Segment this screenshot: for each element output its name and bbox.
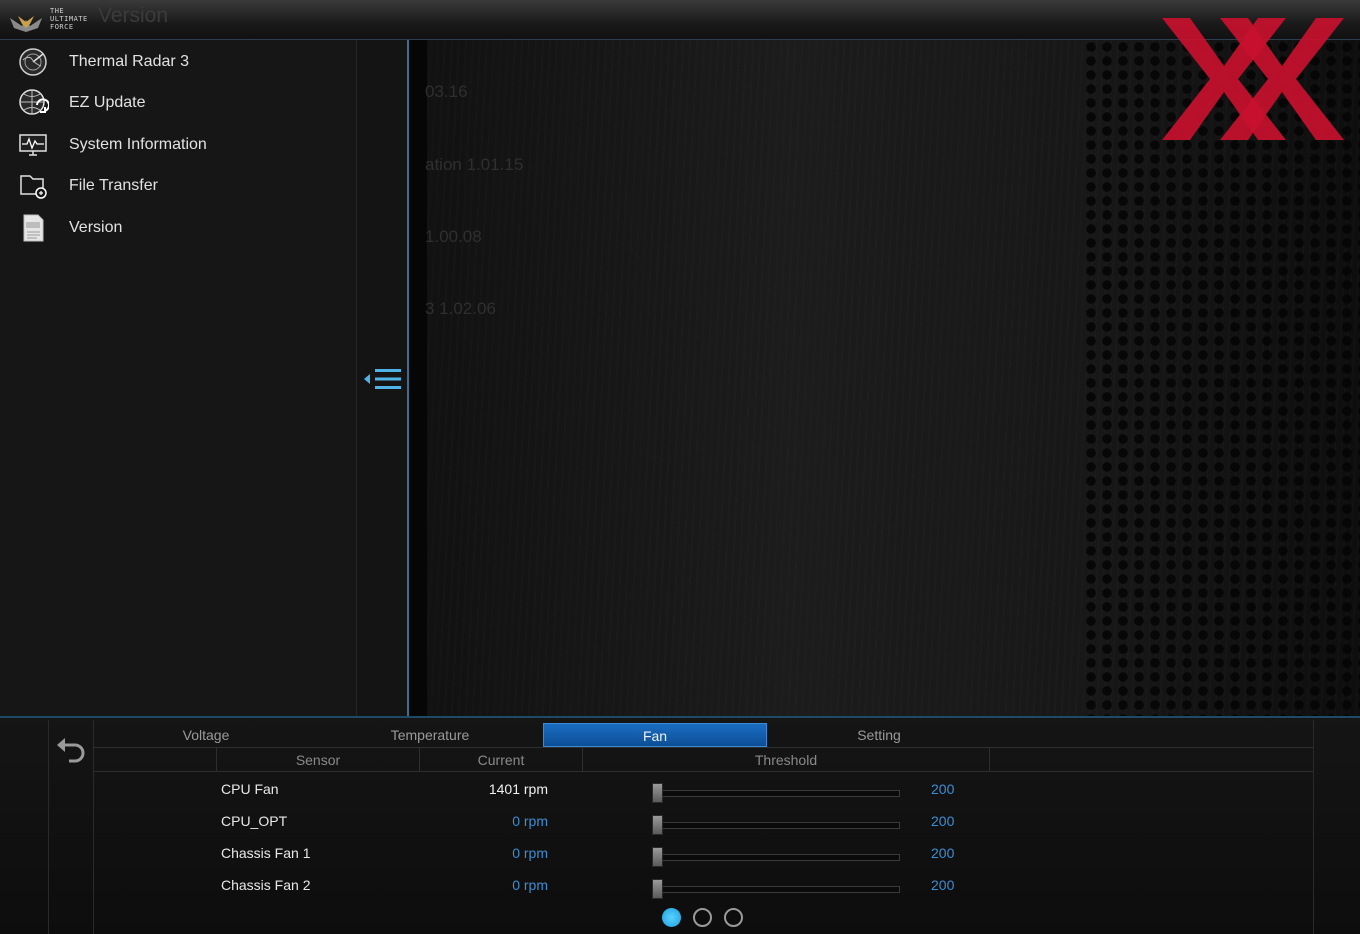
column-header-current: Current — [419, 748, 582, 772]
version-document-icon — [16, 211, 50, 245]
tab-fan[interactable]: Fan — [543, 723, 767, 747]
tab-voltage[interactable]: Voltage — [94, 723, 318, 747]
brand-line: THE — [50, 7, 65, 15]
monitor-tabs: Voltage Temperature Fan Setting — [94, 722, 1313, 748]
sidebar-item-thermal-radar[interactable]: Thermal Radar 3 — [16, 44, 336, 80]
main-panel: 03.16 ation 1.01.15 1.00.08 3 1.02.06 — [409, 40, 1360, 716]
mesh-background — [1084, 40, 1360, 716]
column-header-sensor: Sensor — [216, 748, 419, 772]
sidebar-item-system-information[interactable]: System Information — [16, 127, 336, 163]
sidebar-item-version[interactable]: Version — [16, 210, 336, 246]
page-indicator-3[interactable] — [724, 908, 743, 927]
threshold-slider[interactable] — [652, 847, 902, 869]
threshold-slider[interactable] — [652, 815, 902, 837]
slider-track — [654, 886, 900, 893]
fan-current-speed: 1401 rpm — [488, 781, 548, 797]
slider-thumb[interactable] — [652, 815, 663, 835]
page-indicator-1[interactable] — [662, 908, 681, 927]
sidebar-item-file-transfer[interactable]: File Transfer — [16, 168, 336, 204]
file-transfer-icon — [16, 169, 50, 203]
sidebar: Thermal Radar 3 EZ Update System Informa… — [0, 40, 357, 716]
fan-row: Chassis Fan 1 0 rpm 200 — [94, 837, 1313, 869]
brand-line: ULTIMATE — [50, 15, 88, 23]
version-line: 03.16 — [425, 82, 468, 101]
main-edge-shadow — [409, 40, 427, 716]
xx-watermark-logo — [1162, 18, 1344, 140]
sidebar-item-label: File Transfer — [69, 177, 158, 194]
tab-temperature[interactable]: Temperature — [318, 723, 542, 747]
slider-thumb[interactable] — [652, 783, 663, 803]
fan-row: CPU Fan 1401 rpm 200 — [94, 773, 1313, 805]
threshold-value: 200 — [931, 781, 955, 797]
version-line: 1.00.08 — [425, 227, 482, 246]
sidebar-item-label: System Information — [69, 136, 207, 153]
fan-current-speed: 0 rpm — [512, 813, 548, 829]
sidebar-item-ez-update[interactable]: EZ Update — [16, 85, 336, 121]
threshold-value: 200 — [931, 813, 955, 829]
page-indicator-2[interactable] — [693, 908, 712, 927]
fan-sensor-name: CPU Fan — [221, 781, 279, 797]
brand-line: FORCE — [50, 23, 74, 31]
fan-current-speed: 0 rpm — [512, 845, 548, 861]
slider-thumb[interactable] — [652, 879, 663, 899]
slider-thumb[interactable] — [652, 847, 663, 867]
column-header-filler — [990, 748, 1313, 772]
threshold-slider[interactable] — [652, 879, 902, 901]
undo-arrow-icon — [57, 738, 85, 763]
fan-sensor-name: Chassis Fan 2 — [221, 877, 311, 893]
fan-current-speed: 0 rpm — [512, 877, 548, 893]
radar-icon — [16, 45, 50, 79]
title-bar: THE ULTIMATE FORCE Version — [0, 0, 1360, 40]
column-header-blank — [94, 748, 216, 772]
threshold-slider[interactable] — [652, 783, 902, 805]
fan-row: CPU_OPT 0 rpm 200 — [94, 805, 1313, 837]
threshold-value: 200 — [931, 877, 955, 893]
page-title: Version — [98, 4, 169, 27]
back-button[interactable] — [55, 736, 87, 766]
slider-track — [654, 790, 900, 797]
monitor-right-border — [1313, 720, 1314, 934]
sidebar-item-label: Version — [69, 219, 123, 236]
fan-row: Chassis Fan 2 0 rpm 200 — [94, 869, 1313, 901]
fan-sensor-name: CPU_OPT — [221, 813, 288, 829]
collapse-sidebar-button[interactable] — [361, 363, 405, 395]
column-header-threshold: Threshold — [582, 748, 990, 772]
tab-setting[interactable]: Setting — [767, 723, 991, 747]
hardware-monitor-panel: Voltage Temperature Fan Setting Sensor C… — [0, 716, 1360, 934]
version-line: 3 1.02.06 — [425, 299, 496, 318]
version-line: ation 1.01.15 — [425, 155, 524, 174]
sidebar-item-label: EZ Update — [69, 94, 146, 111]
fan-sensor-name: Chassis Fan 1 — [221, 845, 311, 861]
brand-text: THE ULTIMATE FORCE — [50, 7, 88, 31]
sidebar-item-label: Thermal Radar 3 — [69, 53, 190, 70]
monitor-icon — [16, 128, 50, 162]
collapse-menu-icon — [364, 369, 401, 389]
slider-track — [654, 854, 900, 861]
slider-track — [654, 822, 900, 829]
globe-update-icon — [16, 86, 50, 120]
threshold-value: 200 — [931, 845, 955, 861]
